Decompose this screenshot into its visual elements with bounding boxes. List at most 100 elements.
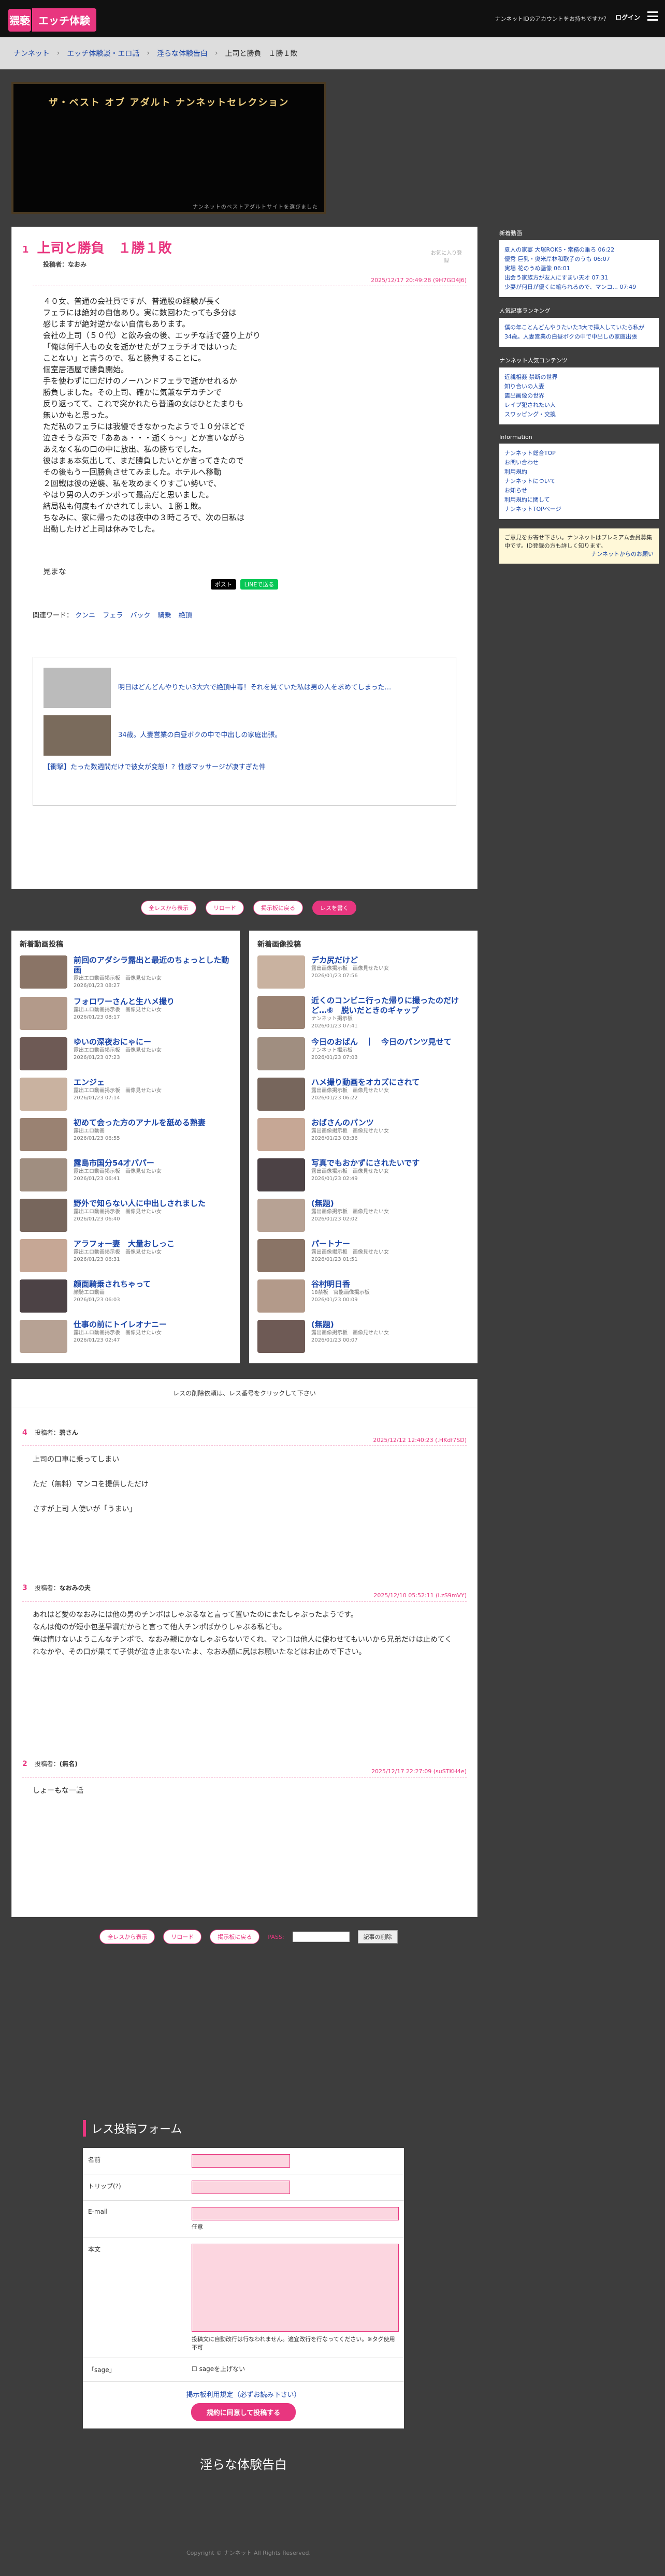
- article-number[interactable]: 1: [22, 244, 29, 255]
- breadcrumb-category[interactable]: エッチ体験談・エロ話: [67, 48, 139, 58]
- post-title[interactable]: 顔面騎乗されちゃって: [74, 1279, 151, 1289]
- post-title[interactable]: 近くのコンビニ行った帰りに撮ったのだけど…⑥ 脱いだときのギャップ: [311, 996, 469, 1015]
- hamburger-menu-icon[interactable]: [647, 11, 658, 21]
- new-post-item[interactable]: おばさんのパンツ 露出画像掲示板 画像見せたい女 2026/01/23 03:36: [257, 1118, 469, 1151]
- keyword-link[interactable]: 騎乗: [158, 612, 171, 620]
- sidebar-link[interactable]: ナンネットについて: [504, 477, 654, 486]
- name-field[interactable]: [192, 2154, 290, 2168]
- breadcrumb-board[interactable]: 淫らな体験告白: [157, 48, 208, 58]
- sidebar-link[interactable]: ナンネットTOPページ: [504, 505, 654, 514]
- sidebar-link[interactable]: スワッピング・交換: [504, 410, 654, 419]
- breadcrumb-home[interactable]: ナンネット: [13, 48, 50, 58]
- new-post-item[interactable]: 顔面騎乗されちゃって 顔騎エロ動画 2026/01/23 06:03: [20, 1279, 232, 1313]
- keyword-link[interactable]: クンニ: [75, 612, 95, 620]
- new-post-item[interactable]: 近くのコンビニ行った帰りに撮ったのだけど…⑥ 脱いだときのギャップ ナンネット掲示…: [257, 996, 469, 1030]
- line-share-button[interactable]: LINEで送る: [240, 579, 279, 590]
- post-title[interactable]: 今日のおぱん ｜ 今日のパンツ見せて: [311, 1037, 452, 1047]
- new-post-item[interactable]: 谷村明日香 18禁板 官能画像掲示板 2026/01/23 00:09: [257, 1279, 469, 1313]
- keyword-link[interactable]: バック: [130, 612, 150, 620]
- new-post-item[interactable]: 野外で知らない人に中出しされました 露出エロ動画掲示板 画像見せたい女 2026/0…: [20, 1199, 232, 1232]
- x-post-button[interactable]: ポスト: [210, 579, 236, 590]
- new-post-item[interactable]: デカ尻だけど 露出画像掲示板 画像見せたい女 2026/01/23 07:56: [257, 955, 469, 989]
- favorite-button[interactable]: お気に入り登録: [430, 248, 463, 264]
- pass-input[interactable]: [292, 1932, 350, 1942]
- keyword-link[interactable]: フェラ: [103, 612, 123, 620]
- ad-item[interactable]: 34歳。人妻営業の白昼ボクの中で中出しの家庭出張。: [44, 715, 445, 756]
- sidebar-link[interactable]: 優秀 巨乳・奥米岸林和歌子のうも 06:07: [504, 255, 654, 264]
- new-post-item[interactable]: 今日のおぱん ｜ 今日のパンツ見せて ナンネット掲示板 2026/01/23 07:…: [257, 1037, 469, 1070]
- sidebar-link[interactable]: レイプ犯されたい人: [504, 401, 654, 410]
- new-post-item[interactable]: 露島市国分54才パパー 露出エロ動画掲示板 画像見せたい女 2026/01/23 0…: [20, 1158, 232, 1191]
- new-post-item[interactable]: パートナー 露出画像掲示板 画像見せたい女 2026/01/23 01:51: [257, 1239, 469, 1272]
- new-post-item[interactable]: 写真でもおかずにされたいです 露出画像掲示板 画像見せたい女 2026/01/23 …: [257, 1158, 469, 1191]
- sidebar-link[interactable]: 近親相姦 禁断の世界: [504, 373, 654, 382]
- trip-field[interactable]: [192, 2181, 290, 2194]
- sage-checkbox[interactable]: ☐: [192, 2365, 199, 2373]
- new-post-item[interactable]: フォロワーさんと生ハメ撮り 露出エロ動画掲示板 画像見せたい女 2026/01/23…: [20, 997, 232, 1030]
- post-title[interactable]: 仕事の前にトイレオナニー: [74, 1320, 167, 1330]
- sidebar-link[interactable]: 夏人の家宴 大塚ROKS・常務の乗ろ 06:22: [504, 245, 654, 255]
- post-title[interactable]: ハメ撮り動画をオカズにされて: [311, 1078, 420, 1087]
- rules-link[interactable]: 掲示板利用規定（必ずお読み下さい）: [186, 2391, 300, 2399]
- post-title[interactable]: パートナー: [311, 1239, 389, 1249]
- post-title[interactable]: (無題): [311, 1199, 389, 1209]
- all-replies-button[interactable]: 全レスから表示: [141, 901, 196, 915]
- reply-number[interactable]: 2: [22, 1760, 27, 1768]
- new-post-item[interactable]: 初めて会った方のアナルを舐める熟妻 露出エロ動画 2026/01/23 06:55: [20, 1118, 232, 1151]
- reload-button[interactable]: リロード: [206, 901, 244, 915]
- delete-button[interactable]: 記事の削除: [357, 1930, 398, 1944]
- post-title[interactable]: (無題): [311, 1320, 389, 1330]
- post-title[interactable]: 野外で知らない人に中出しされました: [74, 1199, 206, 1209]
- email-field[interactable]: [192, 2207, 399, 2220]
- sidebar-link[interactable]: 少妻が何日が優くに縮られるので、マンコ... 07:49: [504, 283, 654, 292]
- all-replies-button[interactable]: 全レスから表示: [99, 1930, 155, 1944]
- new-post-item[interactable]: (無題) 露出画像掲示板 画像見せたい女 2026/01/23 00:07: [257, 1320, 469, 1353]
- sidebar-link[interactable]: 露出画像の世界: [504, 391, 654, 401]
- new-post-item[interactable]: (無題) 露出画像掲示板 画像見せたい女 2026/01/23 02:02: [257, 1199, 469, 1232]
- post-title[interactable]: ゆいの深夜おにゃにー: [74, 1037, 162, 1047]
- post-title[interactable]: デカ尻だけど: [311, 955, 389, 965]
- ad-item[interactable]: 明日はどんどんやりたい3大穴で絶頂中毒！それを見ていた私は男の人を求めてしまった…: [44, 668, 445, 708]
- board-title[interactable]: 淫らな体験告白: [83, 2454, 404, 2472]
- post-title[interactable]: 初めて会った方のアナルを舐める熟妻: [74, 1118, 206, 1128]
- post-title[interactable]: 写真でもおかずにされたいです: [311, 1158, 420, 1168]
- ad-banner[interactable]: ザ・ベスト オブ アダルト ナンネットセレクション ナンネットのベストアダルトサ…: [11, 82, 326, 214]
- post-title[interactable]: フォロワーさんと生ハメ撮り: [74, 997, 175, 1007]
- new-post-item[interactable]: 前回のアダシラ露出と最近のちょっとした動画 露出エロ動画掲示板 画像見せたい女 20…: [20, 955, 232, 990]
- reload-button[interactable]: リロード: [163, 1930, 202, 1944]
- new-post-item[interactable]: エンジェ 露出エロ動画掲示板 画像見せたい女 2026/01/23 07:14: [20, 1078, 232, 1111]
- sidebar-link[interactable]: ナンネット総合TOP: [504, 449, 654, 458]
- reply-number[interactable]: 4: [22, 1429, 27, 1437]
- sidebar-link[interactable]: 出会う家族方が友人にすまい天才 07:31: [504, 273, 654, 283]
- post-title[interactable]: アラフォー妻 大量おしっこ: [74, 1239, 175, 1249]
- post-title[interactable]: エンジェ: [74, 1078, 162, 1087]
- sidebar-link[interactable]: 知り合いの人妻: [504, 382, 654, 391]
- notice-link[interactable]: ナンネットからのお願い: [504, 550, 654, 558]
- post-title[interactable]: 谷村明日香: [311, 1279, 370, 1289]
- site-logo[interactable]: 猥褻 エッチ体験: [8, 8, 96, 32]
- sidebar-link[interactable]: 利用規約に関して: [504, 495, 654, 505]
- post-title[interactable]: 露島市国分54才パパー: [74, 1158, 162, 1168]
- new-post-item[interactable]: 仕事の前にトイレオナニー 露出エロ動画掲示板 画像見せたい女 2026/01/23 …: [20, 1320, 232, 1353]
- post-title[interactable]: 前回のアダシラ露出と最近のちょっとした動画: [74, 955, 232, 975]
- sidebar-link[interactable]: 34歳。人妻営業の白昼ボクの中で中出しの家庭出張: [504, 332, 654, 342]
- sidebar-link[interactable]: お知らせ: [504, 486, 654, 495]
- submit-button[interactable]: 規約に同意して投稿する: [191, 2403, 296, 2421]
- new-post-item[interactable]: ゆいの深夜おにゃにー 露出エロ動画掲示板 画像見せたい女 2026/01/23 07…: [20, 1037, 232, 1070]
- ad-item[interactable]: 【衝撃】たった数週間だけで彼女が変態！？性感マッサージが凄すぎた件: [44, 763, 445, 772]
- back-to-board-button[interactable]: 掲示板に戻る: [210, 1930, 260, 1944]
- new-post-item[interactable]: アラフォー妻 大量おしっこ 露出エロ動画掲示板 画像見せたい女 2026/01/23…: [20, 1239, 232, 1272]
- ad-image: [44, 715, 111, 756]
- sidebar-link[interactable]: 僕の年ことんどんやりたいた3大で挿入していたら私が: [504, 323, 654, 332]
- write-reply-button[interactable]: レスを書く: [312, 901, 356, 915]
- sidebar-link[interactable]: お問い合わせ: [504, 458, 654, 467]
- back-to-board-button[interactable]: 掲示板に戻る: [253, 901, 303, 915]
- keyword-link[interactable]: 絶頂: [179, 612, 192, 620]
- sidebar-link[interactable]: 利用規約: [504, 467, 654, 477]
- reply-number[interactable]: 3: [22, 1584, 27, 1592]
- body-textarea[interactable]: [192, 2244, 399, 2332]
- login-link[interactable]: ログイン: [615, 13, 640, 22]
- post-title[interactable]: おばさんのパンツ: [311, 1118, 389, 1128]
- new-post-item[interactable]: ハメ撮り動画をオカズにされて 露出画像掲示板 画像見せたい女 2026/01/23 …: [257, 1078, 469, 1111]
- sidebar-link[interactable]: 実場 花のうめ画像 06:01: [504, 264, 654, 273]
